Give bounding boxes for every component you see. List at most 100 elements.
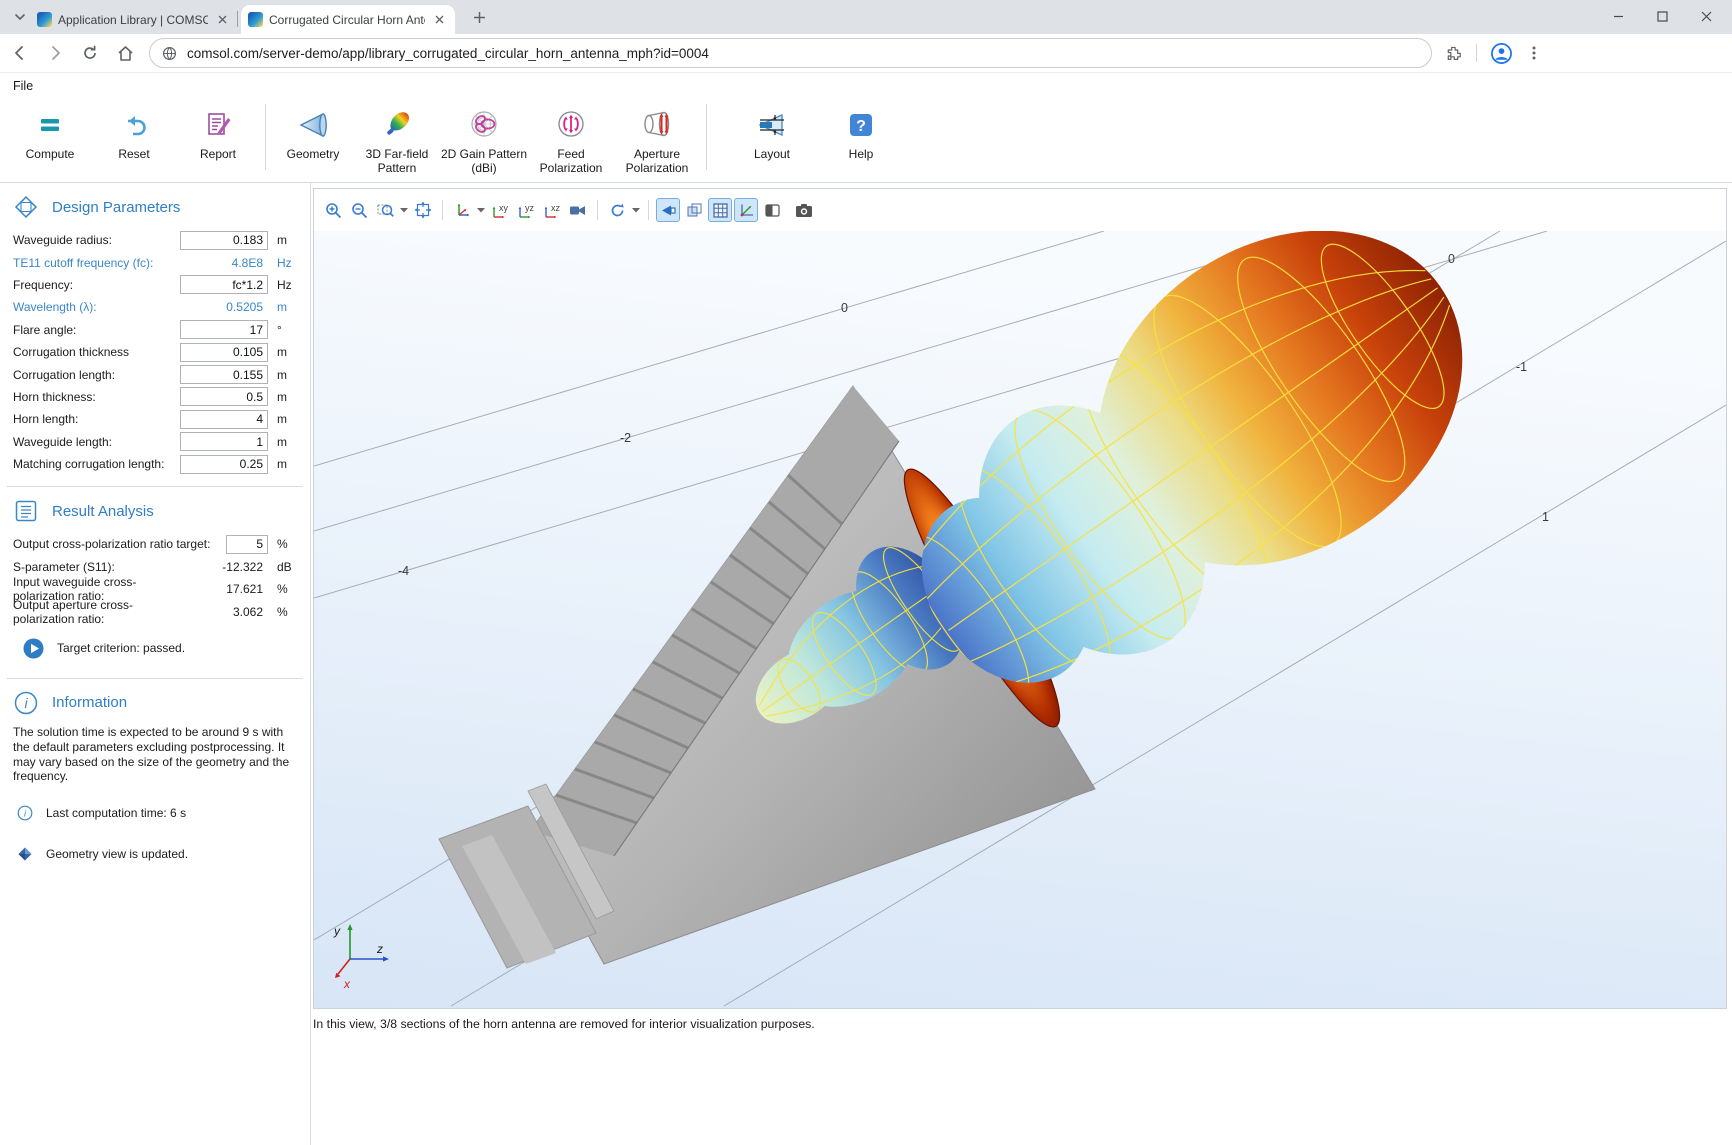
- geometry-updated-text: Geometry view is updated.: [46, 847, 188, 861]
- geometry-button[interactable]: Geometry: [271, 107, 355, 162]
- triad-y-label: y: [333, 924, 341, 938]
- default-view-dropdown[interactable]: [476, 199, 486, 221]
- zoom-out-icon: [351, 202, 368, 219]
- param-label: Matching corrugation length:: [13, 457, 180, 471]
- scene-light-button[interactable]: [760, 198, 784, 222]
- zoom-out-button[interactable]: [347, 198, 371, 222]
- tab-corrugated-horn[interactable]: Corrugated Circular Horn Anten: [241, 5, 455, 34]
- profile-icon[interactable]: [1490, 42, 1513, 65]
- snapshot-button[interactable]: [792, 198, 816, 222]
- rotate-dropdown[interactable]: [631, 199, 641, 221]
- param-row: Frequency:Hz: [13, 274, 301, 296]
- result-row: Output cross-polarization ratio target:%: [13, 533, 301, 555]
- zoom-extents-button[interactable]: [411, 198, 435, 222]
- info-small-icon: i: [17, 805, 33, 821]
- forward-button[interactable]: [40, 38, 70, 68]
- param-label: Wavelength (λ):: [13, 300, 180, 314]
- home-button[interactable]: [110, 38, 140, 68]
- show-grid-button[interactable]: [708, 198, 732, 222]
- forward-icon: [46, 44, 64, 62]
- default-view-button[interactable]: [450, 198, 474, 222]
- reload-button[interactable]: [75, 38, 105, 68]
- zoom-box-button[interactable]: [373, 198, 397, 222]
- compute-button[interactable]: Compute: [8, 107, 92, 162]
- aperture-polarization-icon: [639, 107, 675, 143]
- reset-button[interactable]: Reset: [92, 107, 176, 162]
- extensions-icon[interactable]: [1444, 44, 1463, 63]
- frequency-input[interactable]: [180, 275, 268, 294]
- show-geometry-icon: [660, 202, 677, 219]
- param-unit: m: [268, 368, 301, 382]
- waveguide-length-input[interactable]: [180, 432, 268, 451]
- horn-thickness-input[interactable]: [180, 387, 268, 406]
- layout-button[interactable]: Layout: [730, 107, 814, 162]
- aperture-polarization-button[interactable]: Aperture Polarization: [613, 107, 701, 175]
- corrugation-length-input[interactable]: [180, 365, 268, 384]
- reload-icon: [81, 44, 99, 62]
- flare-angle-input[interactable]: [180, 320, 268, 339]
- show-axes-button[interactable]: [734, 198, 758, 222]
- tab-close-button[interactable]: [214, 11, 231, 28]
- camera-view-button[interactable]: [566, 198, 590, 222]
- play-icon: [23, 638, 44, 659]
- view-xy-button[interactable]: xy: [488, 198, 512, 222]
- sidebar: Design Parameters Waveguide radius:m TE1…: [0, 183, 311, 1145]
- graphics-scene: 0 -2 -4 0 -1 1 y: [314, 231, 1726, 1008]
- show-geometry-button[interactable]: [656, 198, 680, 222]
- information-text: The solution time is expected to be arou…: [13, 725, 294, 785]
- param-unit: m: [268, 457, 301, 471]
- menu-dots-icon[interactable]: [1526, 45, 1542, 61]
- address-bar[interactable]: comsol.com/server-demo/app/library_corru…: [149, 38, 1432, 68]
- maximize-button[interactable]: [1640, 0, 1684, 33]
- rotate-button[interactable]: [605, 198, 629, 222]
- corrugation-thickness-input[interactable]: [180, 343, 268, 362]
- view-yz-button[interactable]: yz: [514, 198, 538, 222]
- matching-corrugation-length-input[interactable]: [180, 455, 268, 474]
- divider: [1476, 44, 1477, 62]
- app-window: Application Library | COMSOL S Corrugate…: [0, 0, 1732, 1145]
- transparency-button[interactable]: [682, 198, 706, 222]
- report-button[interactable]: Report: [176, 107, 260, 162]
- help-button[interactable]: ? Help: [826, 107, 896, 162]
- help-icon: ?: [846, 107, 876, 143]
- output-cross-pol-target-input[interactable]: [226, 535, 268, 554]
- new-tab-button[interactable]: [470, 8, 489, 27]
- file-menu[interactable]: File: [13, 79, 33, 93]
- param-row: Corrugation length:m: [13, 363, 301, 385]
- chevron-down-icon: [13, 10, 27, 24]
- param-label: Flare angle:: [13, 323, 180, 337]
- svg-text:xy: xy: [499, 203, 509, 213]
- report-icon: [202, 107, 234, 143]
- tab-search-button[interactable]: [10, 7, 30, 27]
- toolbar-separator: [706, 104, 707, 170]
- tab-close-button[interactable]: [431, 11, 448, 28]
- graphics-view[interactable]: 0 -2 -4 0 -1 1 y: [314, 231, 1726, 1008]
- minimize-button[interactable]: [1596, 0, 1640, 33]
- result-unit: %: [268, 582, 301, 596]
- back-button[interactable]: [5, 38, 35, 68]
- zoom-box-dropdown[interactable]: [399, 199, 409, 221]
- param-row: Wavelength (λ):0.5205m: [13, 296, 301, 318]
- horn-length-input[interactable]: [180, 410, 268, 429]
- param-unit: m: [268, 412, 301, 426]
- close-icon: [435, 15, 444, 24]
- close-window-button[interactable]: [1684, 0, 1728, 33]
- zoom-in-button[interactable]: [321, 198, 345, 222]
- gain-pattern-2d-button[interactable]: 2D Gain Pattern (dBi): [439, 107, 529, 175]
- tab-application-library[interactable]: Application Library | COMSOL S: [30, 5, 238, 34]
- feed-polarization-button[interactable]: Feed Polarization: [529, 107, 613, 175]
- param-label: Frequency:: [13, 278, 180, 292]
- minimize-icon: [1613, 11, 1624, 22]
- axis-tick: -2: [620, 431, 631, 445]
- waveguide-radius-input[interactable]: [180, 231, 268, 250]
- svg-text:?: ?: [856, 118, 866, 135]
- param-unit: m: [268, 233, 301, 247]
- comsol-favicon: [248, 12, 263, 27]
- tab-divider: [237, 11, 238, 27]
- graphics-panel: xy yz xz: [313, 188, 1727, 1009]
- view-xz-button[interactable]: xz: [540, 198, 564, 222]
- dropdown-caret-icon: [477, 207, 485, 213]
- zoom-box-icon: [377, 202, 394, 219]
- far-field-3d-button[interactable]: 3D Far-field Pattern: [355, 107, 439, 175]
- param-unit: Hz: [268, 256, 301, 270]
